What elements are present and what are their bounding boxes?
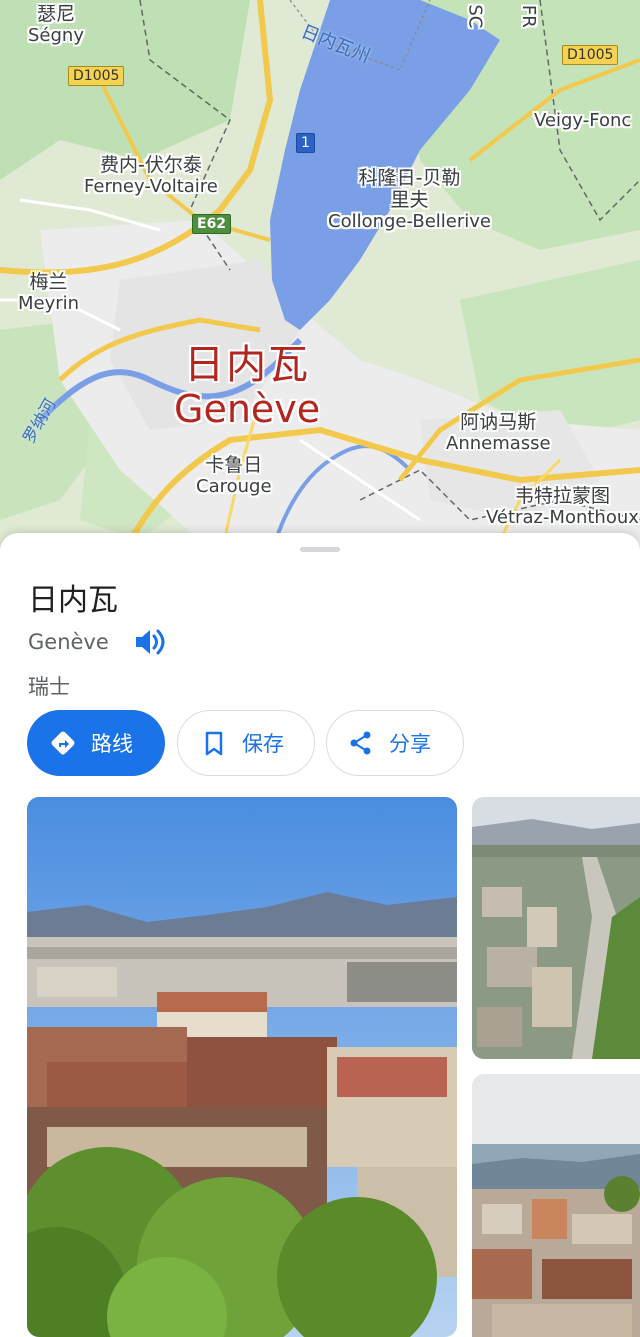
map-label-vetraz-monthoux[interactable]: 韦特拉蒙图 Vétraz-Monthoux	[486, 485, 639, 529]
photo-lakeside-view	[472, 1074, 640, 1337]
map-label-collonge-bellerive[interactable]: 科隆日-贝勒 里夫 Collonge-Bellerive	[328, 167, 491, 232]
map-label-zh-line2: 里夫	[390, 188, 429, 211]
edge-label-fr: FR	[517, 4, 539, 28]
map-label-veigy-foncenex[interactable]: Veigy-Fonc	[534, 110, 632, 132]
map-label-segny[interactable]: 瑟尼 Ségny	[28, 3, 84, 47]
map-view[interactable]: D1005 D1005 E62 1 日内瓦州 罗纳河 SC FR 瑟尼 Ségn…	[0, 0, 640, 560]
map-label-zh: 科隆日-贝勒	[358, 167, 461, 189]
speaker-icon[interactable]	[132, 625, 166, 659]
map-label-annemasse[interactable]: 阿讷马斯 Annemasse	[446, 411, 551, 455]
road-shield-d1005: D1005	[562, 45, 619, 65]
map-label-fr: Ségny	[28, 24, 84, 46]
map-label-fr: Vétraz-Monthoux	[486, 506, 639, 528]
map-label-fr: Genève	[174, 387, 321, 431]
directions-icon	[51, 731, 75, 755]
road-shield-e62: E62	[192, 214, 232, 234]
map-label-geneve[interactable]: 日内瓦 Genève	[174, 342, 320, 432]
map-label-fr: Ferney-Voltaire	[84, 175, 218, 197]
place-country: 瑞士	[28, 675, 70, 699]
photo-aerial-city	[472, 797, 640, 1059]
save-label: 保存	[242, 732, 284, 756]
map-label-zh: 日内瓦	[184, 342, 311, 388]
map-label-zh: 韦特拉蒙图	[514, 485, 610, 507]
place-photo-aerial[interactable]	[472, 797, 640, 1059]
map-label-fr: Annemasse	[446, 432, 551, 454]
map-label-fr: Meyrin	[18, 292, 80, 314]
place-local-name: Genève	[28, 630, 109, 654]
place-details-sheet: 日内瓦 Genève 瑞士 路线 保存 分享	[0, 533, 640, 1337]
map-label-zh: 阿讷马斯	[460, 411, 537, 433]
share-label: 分享	[389, 732, 431, 756]
map-label-carouge[interactable]: 卡鲁日 Carouge	[196, 454, 272, 498]
map-label-fr: Carouge	[196, 475, 272, 497]
bookmark-icon	[205, 731, 223, 756]
map-label-zh: 瑟尼	[36, 3, 75, 25]
map-label-fr: Collonge-Bellerive	[328, 210, 491, 232]
edge-label-sc: SC	[464, 4, 486, 29]
road-shield-d1005: D1005	[68, 66, 125, 86]
place-photo-lakeside[interactable]	[472, 1074, 640, 1337]
map-label-zh: 梅兰	[29, 271, 68, 293]
share-button[interactable]: 分享	[326, 710, 464, 776]
map-label-fr: Veigy-Fonc	[534, 110, 632, 131]
map-label-ferney-voltaire[interactable]: 费内-伏尔泰 Ferney-Voltaire	[84, 154, 218, 198]
place-title: 日内瓦	[28, 583, 118, 618]
sheet-drag-handle[interactable]	[300, 547, 340, 552]
share-icon	[350, 731, 371, 755]
road-shield-route-1: 1	[296, 133, 315, 153]
directions-label: 路线	[91, 732, 133, 756]
map-label-zh: 费内-伏尔泰	[100, 154, 202, 176]
directions-button[interactable]: 路线	[27, 710, 165, 776]
save-button[interactable]: 保存	[177, 710, 315, 776]
place-photo-main[interactable]	[27, 797, 457, 1337]
photo-geneva-rooftops	[27, 797, 457, 1337]
map-label-zh: 卡鲁日	[205, 454, 263, 476]
map-label-meyrin[interactable]: 梅兰 Meyrin	[18, 271, 80, 315]
